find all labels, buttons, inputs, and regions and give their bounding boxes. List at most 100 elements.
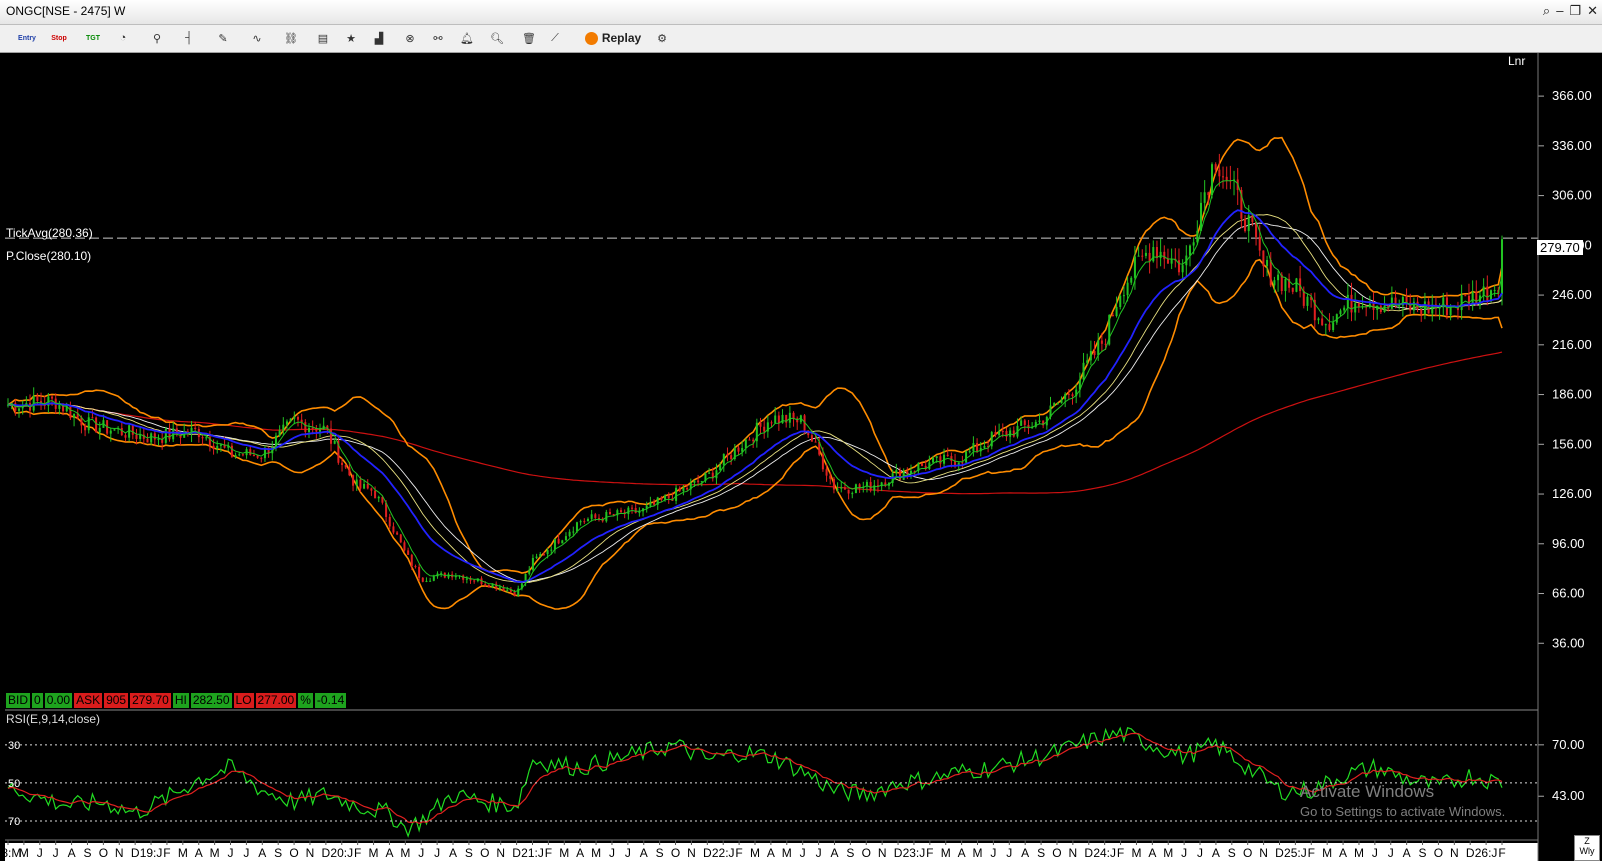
- xtick-label: N: [1069, 846, 1078, 860]
- xtick-label: A: [1403, 846, 1411, 860]
- entry-button[interactable]: Entry: [14, 29, 40, 47]
- xtick-label: M: [19, 846, 29, 860]
- candle-body: [1332, 322, 1335, 330]
- stop-button[interactable]: Stop: [46, 29, 72, 47]
- analysis-icon[interactable]: ▟: [366, 29, 392, 47]
- xtick-label: O: [1434, 846, 1443, 860]
- candle-body: [586, 518, 589, 522]
- bar-type-icon[interactable]: ┤: [178, 29, 200, 47]
- candle-body: [1405, 296, 1408, 303]
- xtick-label: S: [1037, 846, 1045, 860]
- window-controls: ⌕ – ❐ ✕: [1543, 3, 1598, 19]
- candle-body: [748, 439, 751, 441]
- candle-body: [1225, 176, 1228, 181]
- window-titlebar: ONGC[NSE - 2475] W ⌕ – ❐ ✕: [0, 0, 1602, 25]
- candle-body: [763, 426, 766, 432]
- zoom-icon[interactable]: 🔍︎: [484, 29, 510, 47]
- xtick-label: M: [178, 846, 188, 860]
- candle-body: [1482, 286, 1485, 296]
- xtick-label: F: [1498, 846, 1505, 860]
- candle-body: [1218, 169, 1221, 177]
- candle-body: [95, 417, 98, 433]
- candle-body: [579, 521, 582, 523]
- xtick-label: D: [322, 846, 331, 860]
- candle-body: [1420, 308, 1423, 315]
- candle-body: [634, 508, 637, 513]
- close-button[interactable]: ✕: [1587, 3, 1598, 19]
- scan-icon[interactable]: ⚯: [428, 29, 448, 47]
- candle-body: [18, 408, 21, 411]
- indicator-icon[interactable]: ∿: [244, 29, 270, 47]
- candle-body: [675, 487, 678, 501]
- activation-watermark-text: Go to Settings to activate Windows.: [1300, 804, 1506, 819]
- xtick-label: O: [289, 846, 298, 860]
- candle-body: [1104, 343, 1107, 345]
- candle-body: [1082, 362, 1085, 380]
- candle-body: [289, 418, 292, 422]
- candle-body: [620, 510, 623, 513]
- xtick-label: S: [1419, 846, 1427, 860]
- price-chart[interactable]: 36.00 66.00 96.00 126.00 156.00 186.00 216.00 2…: [0, 53, 1602, 861]
- alert-bell-icon[interactable]: 🔔︎: [458, 29, 476, 47]
- candle-body: [51, 396, 54, 399]
- candle-body: [667, 495, 670, 499]
- candle-body: [69, 406, 72, 418]
- compare-icon[interactable]: ⊗: [400, 29, 420, 47]
- xtick-label: S: [465, 846, 473, 860]
- candle-body: [939, 456, 942, 464]
- xtick-label: A: [385, 846, 393, 860]
- link-icon[interactable]: ⛓: [278, 29, 304, 47]
- draw-tools-icon[interactable]: ✎: [210, 29, 236, 47]
- candle-body: [98, 427, 101, 433]
- candle-body: [1141, 255, 1144, 257]
- candle-body: [1166, 259, 1169, 264]
- xtick-label: M: [973, 846, 983, 860]
- candle-body: [1222, 176, 1225, 178]
- scale-mode-label[interactable]: Lnr: [1508, 54, 1525, 68]
- candle-body: [546, 550, 549, 555]
- xtick-label: F: [354, 846, 361, 860]
- xtick-label: 22:J: [712, 846, 735, 860]
- xtick-label: O: [862, 846, 871, 860]
- candle-body: [730, 455, 733, 460]
- candle-body: [528, 569, 531, 574]
- restore-button[interactable]: ❐: [1569, 3, 1581, 19]
- candle-body: [410, 554, 413, 567]
- delete-icon[interactable]: 🗑︎: [520, 29, 538, 47]
- candle-body: [418, 566, 421, 578]
- candle-body: [1291, 287, 1294, 292]
- line-chart-icon[interactable]: ⟋: [544, 29, 566, 47]
- candle-body: [968, 451, 971, 453]
- xtick-label: A: [1021, 846, 1029, 860]
- template-icon[interactable]: ▤: [310, 29, 336, 47]
- candle-body: [146, 438, 149, 443]
- xtick-label: A: [68, 846, 76, 860]
- target-button[interactable]: TGT: [80, 29, 106, 47]
- candle-body: [946, 454, 949, 457]
- minimize-button[interactable]: –: [1556, 3, 1563, 19]
- candle-body: [1383, 305, 1386, 313]
- high-label: HI: [172, 693, 189, 708]
- rsi-left-label: 50: [8, 778, 20, 790]
- candle-body: [440, 572, 443, 574]
- candle-body: [293, 416, 296, 419]
- star-icon[interactable]: ★: [342, 29, 360, 47]
- settings-gear-icon[interactable]: ⚙: [650, 29, 674, 47]
- replay-button[interactable]: Replay: [580, 29, 646, 47]
- candle-body: [238, 454, 241, 456]
- candle-body: [744, 439, 747, 448]
- search-icon[interactable]: ⌕: [1543, 3, 1550, 19]
- pct-label: %: [298, 693, 313, 708]
- xtick-label: F: [1117, 846, 1124, 860]
- replay-label: Replay: [601, 31, 642, 45]
- zoom-corner-button[interactable]: Z Wly: [1574, 835, 1600, 861]
- candle-body: [572, 531, 575, 533]
- ask-label: ASK: [74, 693, 103, 708]
- candle-body: [260, 457, 263, 459]
- gauge-icon[interactable]: ◔: [112, 29, 134, 47]
- candle-body: [1266, 259, 1269, 267]
- pct-change: -0.14: [314, 693, 347, 708]
- pin-icon[interactable]: ⚲: [146, 29, 168, 47]
- candle-body: [976, 443, 979, 452]
- candle-body: [1188, 245, 1191, 256]
